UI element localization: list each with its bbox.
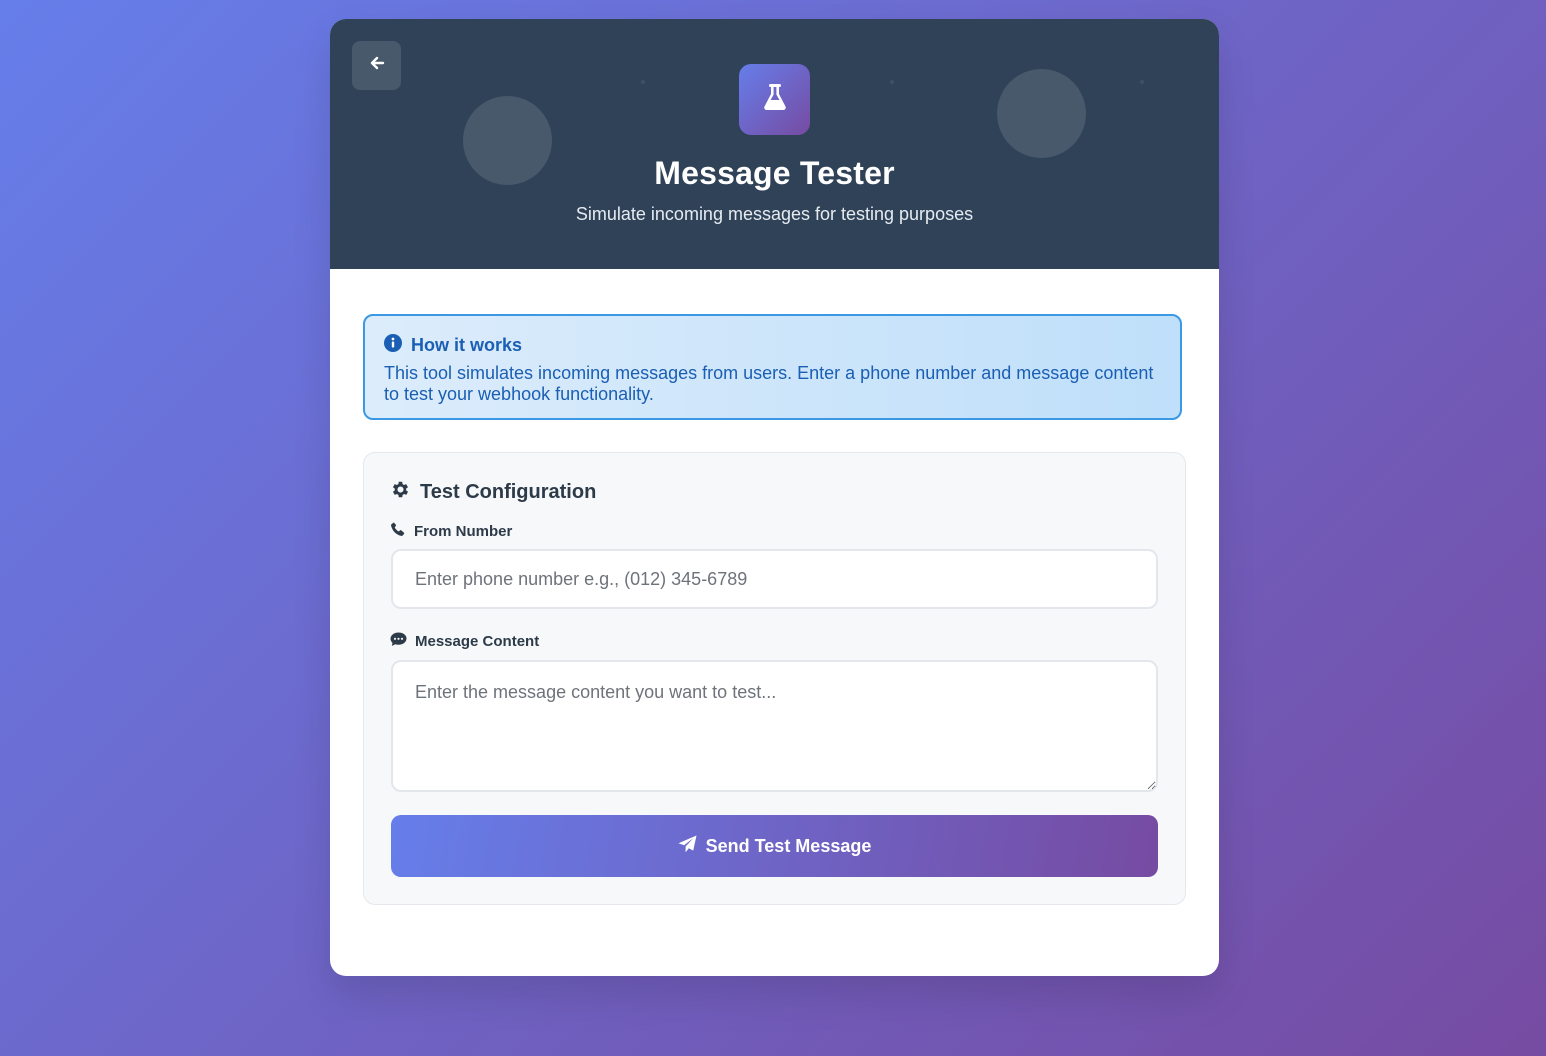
from-number-label-text: From Number <box>414 522 513 540</box>
test-configuration-panel: Test Configuration From Number Message C… <box>363 452 1186 905</box>
info-title: How it works <box>411 335 523 355</box>
send-button-label: Send Test Message <box>705 835 872 856</box>
info-title-row: How it works <box>384 334 522 357</box>
message-tester-card: Message Tester Simulate incoming message… <box>330 19 1219 976</box>
message-content-label-text: Message Content <box>415 633 540 650</box>
decorative-dot <box>641 80 645 84</box>
page-title: Message Tester <box>654 155 895 191</box>
from-number-input[interactable] <box>391 549 1158 609</box>
decorative-dot <box>1140 80 1144 84</box>
message-content-textarea[interactable] <box>391 660 1158 792</box>
phone-icon <box>390 521 406 541</box>
page-subtitle: Simulate incoming messages for testing p… <box>575 204 974 224</box>
back-button[interactable] <box>352 41 401 90</box>
from-number-label: From Number <box>390 521 512 541</box>
info-circle-icon <box>384 334 402 357</box>
comment-icon <box>390 632 407 651</box>
config-title-row: Test Configuration <box>390 479 596 506</box>
message-content-label: Message Content <box>390 632 539 651</box>
how-it-works-notice: How it works This tool simulates incomin… <box>363 314 1182 420</box>
decorative-bubble <box>997 69 1086 158</box>
arrow-left-icon <box>369 55 385 76</box>
header-banner: Message Tester Simulate incoming message… <box>330 19 1219 269</box>
send-test-message-button[interactable]: Send Test Message <box>391 815 1158 877</box>
config-title: Test Configuration <box>420 481 597 503</box>
paper-plane-icon <box>678 835 697 858</box>
decorative-dot <box>890 80 894 84</box>
flask-icon <box>762 83 788 116</box>
info-description: This tool simulates incoming messages fr… <box>384 363 1154 404</box>
gear-icon <box>390 479 411 506</box>
app-logo <box>739 64 810 135</box>
